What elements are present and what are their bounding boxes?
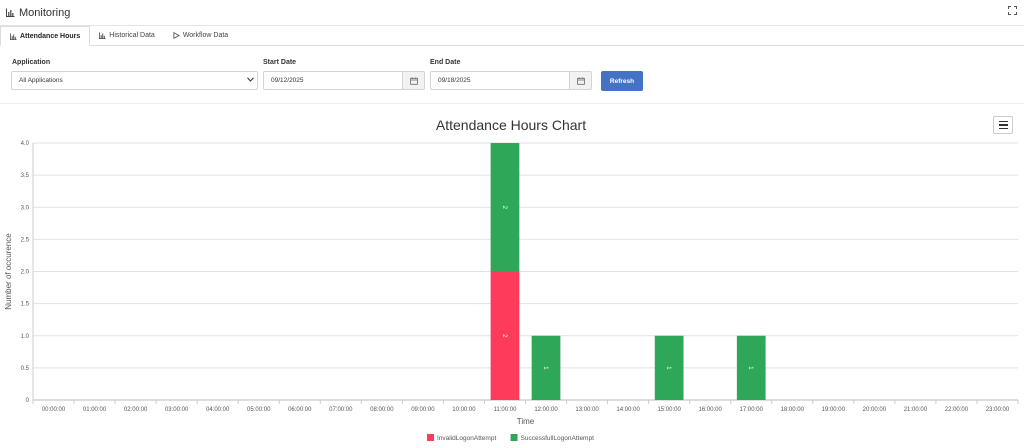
x-tick-label: 20:00:00 — [863, 407, 887, 413]
y-axis-label: Number of occurence — [4, 233, 13, 310]
x-tick-label: 22:00:00 — [945, 407, 969, 413]
x-tick-label: 05:00:00 — [247, 407, 271, 413]
x-tick-label: 00:00:00 — [42, 407, 66, 413]
y-tick-label: 0 — [26, 398, 30, 404]
x-tick-label: 19:00:00 — [822, 407, 846, 413]
y-tick-label: 4.0 — [21, 141, 30, 147]
y-tick-label: 1.0 — [21, 334, 30, 340]
x-tick-label: 07:00:00 — [329, 407, 353, 413]
x-tick-label: 14:00:00 — [616, 407, 640, 413]
legend-swatch[interactable] — [427, 434, 434, 441]
x-tick-label: 06:00:00 — [288, 407, 312, 413]
legend-item[interactable]: SuccessfullLogonAttempt — [521, 435, 595, 442]
x-tick-label: 01:00:00 — [83, 407, 107, 413]
x-tick-label: 02:00:00 — [124, 407, 148, 413]
x-axis-label: Time — [517, 417, 535, 426]
x-tick-label: 12:00:00 — [534, 407, 558, 413]
x-tick-label: 23:00:00 — [986, 407, 1010, 413]
legend-swatch[interactable] — [510, 434, 518, 441]
y-tick-label: 1.5 — [21, 302, 30, 308]
x-tick-label: 08:00:00 — [370, 407, 394, 413]
y-tick-label: 2.0 — [21, 270, 30, 276]
x-tick-label: 09:00:00 — [411, 407, 435, 413]
y-tick-label: 0.5 — [21, 366, 30, 372]
y-tick-label: 3.0 — [21, 205, 30, 211]
x-tick-label: 11:00:00 — [494, 407, 518, 413]
x-tick-label: 17:00:00 — [740, 407, 764, 413]
x-tick-label: 03:00:00 — [165, 407, 189, 413]
x-tick-label: 04:00:00 — [206, 407, 230, 413]
legend-item[interactable]: InvalidLogonAttempt — [437, 435, 496, 442]
x-tick-label: 21:00:00 — [904, 407, 928, 413]
attendance-chart: 0 0.5 1.0 1.5 2.0 2.5 3.0 3.5 4.0 00:00:00 01:00:0… — [4, 141, 1019, 442]
x-tick-label: 16:00:00 — [699, 407, 723, 413]
x-tick-label: 18:00:00 — [781, 407, 805, 413]
y-tick-label: 2.5 — [21, 237, 30, 243]
y-tick-label: 3.5 — [21, 173, 30, 179]
x-tick-label: 10:00:00 — [452, 407, 476, 413]
x-tick-label: 13:00:00 — [575, 407, 599, 413]
x-tick-label: 15:00:00 — [657, 407, 681, 413]
